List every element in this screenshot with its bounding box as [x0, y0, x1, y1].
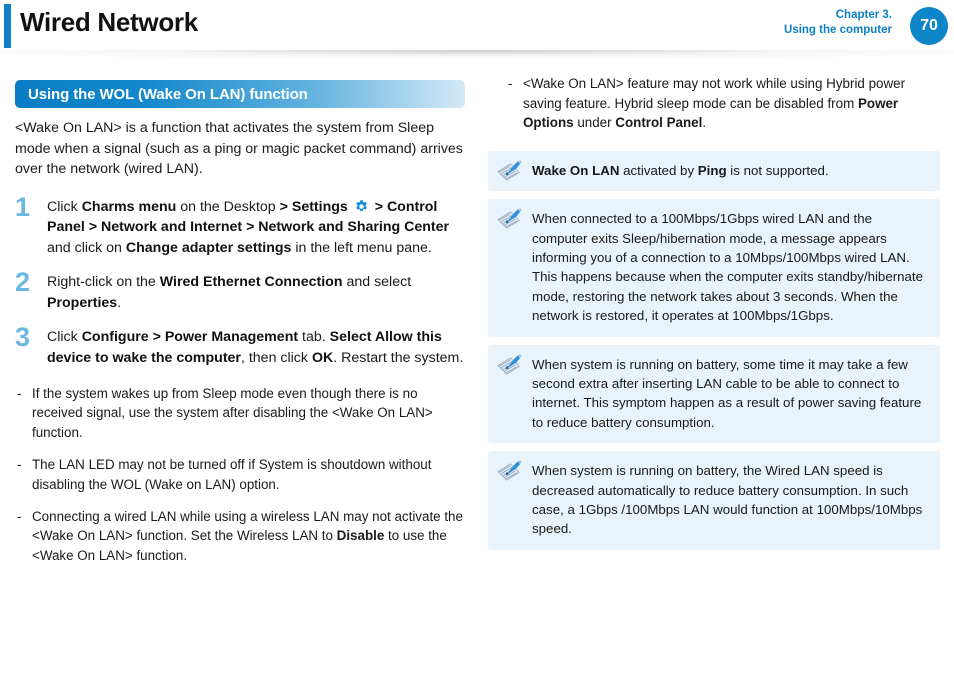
bullet-dash: - — [17, 509, 22, 525]
page-header: Wired Network Chapter 3. Using the compu… — [0, 0, 954, 60]
step-number: 2 — [15, 267, 31, 297]
step-item: 1 Click Charms menu on the Desktop > Sett… — [15, 193, 467, 259]
note-text: When system is running on battery, the W… — [532, 463, 923, 537]
bullet-item: - <Wake On LAN> feature may not work whil… — [488, 74, 940, 133]
note-text: When system is running on battery, some … — [532, 356, 922, 430]
note-box: When system is running on battery, the W… — [488, 451, 940, 550]
note-box: Wake On LAN activated by Ping is not sup… — [488, 150, 940, 192]
header-accent-bar — [4, 4, 11, 48]
step-number: 1 — [15, 191, 31, 222]
note-pencil-icon — [497, 460, 522, 481]
bullet-text: Connecting a wired LAN while using a wir… — [32, 509, 463, 563]
bullet-text: The LAN LED may not be turned off if Sys… — [32, 457, 432, 492]
gear-icon — [355, 199, 367, 211]
section-intro-paragraph: <Wake On LAN> is a function that activat… — [15, 120, 463, 177]
note-box: When system is running on battery, some … — [488, 344, 940, 444]
bullet-dash: - — [17, 457, 22, 473]
chapter-number: Chapter 3. — [835, 9, 892, 21]
note-text: Wake On LAN activated by Ping is not sup… — [532, 162, 829, 178]
chapter-title: Using the computer — [784, 24, 892, 36]
bullet-item: - Connecting a wired LAN while using a wi… — [15, 507, 467, 565]
bullet-item: - The LAN LED may not be turned off if Sy… — [15, 455, 467, 494]
step-text: Right-click on the Wired Ethernet Connec… — [47, 274, 412, 311]
steps-list: 1 Click Charms menu on the Desktop > Sett… — [15, 193, 467, 369]
left-bullet-list: - If the system wakes up from Sleep mode … — [15, 384, 467, 565]
step-text: Click Configure > Power Management tab. … — [47, 329, 464, 366]
left-column: Using the WOL (Wake On LAN) function <Wa… — [15, 80, 467, 578]
bullet-dash: - — [17, 386, 22, 401]
step-item: 2 Right-click on the Wired Ethernet Conne… — [15, 268, 467, 313]
right-column: - <Wake On LAN> feature may not work whil… — [488, 74, 940, 558]
page-title: Wired Network — [20, 7, 198, 37]
chapter-label: Chapter 3. Using the computer — [784, 8, 892, 38]
note-pencil-icon — [497, 208, 522, 229]
bullet-dash: - — [508, 76, 513, 91]
bullet-item: - If the system wakes up from Sleep mode … — [15, 384, 467, 442]
bullet-text: <Wake On LAN> feature may not work while… — [523, 76, 906, 131]
step-text: Click Charms menu on the Desktop > Setti… — [47, 198, 450, 256]
note-text: When connected to a 100Mbps/1Gbps wired … — [532, 211, 924, 324]
page-number-badge: 70 — [910, 7, 948, 45]
note-pencil-icon — [497, 159, 522, 181]
section-heading-bar: Using the WOL (Wake On LAN) function — [15, 80, 465, 108]
step-number: 3 — [15, 322, 31, 352]
section-heading-label: Using the WOL (Wake On LAN) function — [28, 85, 308, 103]
bullet-text: If the system wakes up from Sleep mode e… — [32, 386, 433, 440]
notes-list: Wake On LAN activated by Ping is not sup… — [488, 150, 940, 550]
step-item: 3 Click Configure > Power Management tab.… — [15, 323, 467, 368]
note-box: When connected to a 100Mbps/1Gbps wired … — [488, 199, 940, 337]
header-shadow — [0, 50, 954, 60]
right-bullet-list: - <Wake On LAN> feature may not work whil… — [488, 74, 940, 133]
note-pencil-icon — [497, 353, 522, 375]
